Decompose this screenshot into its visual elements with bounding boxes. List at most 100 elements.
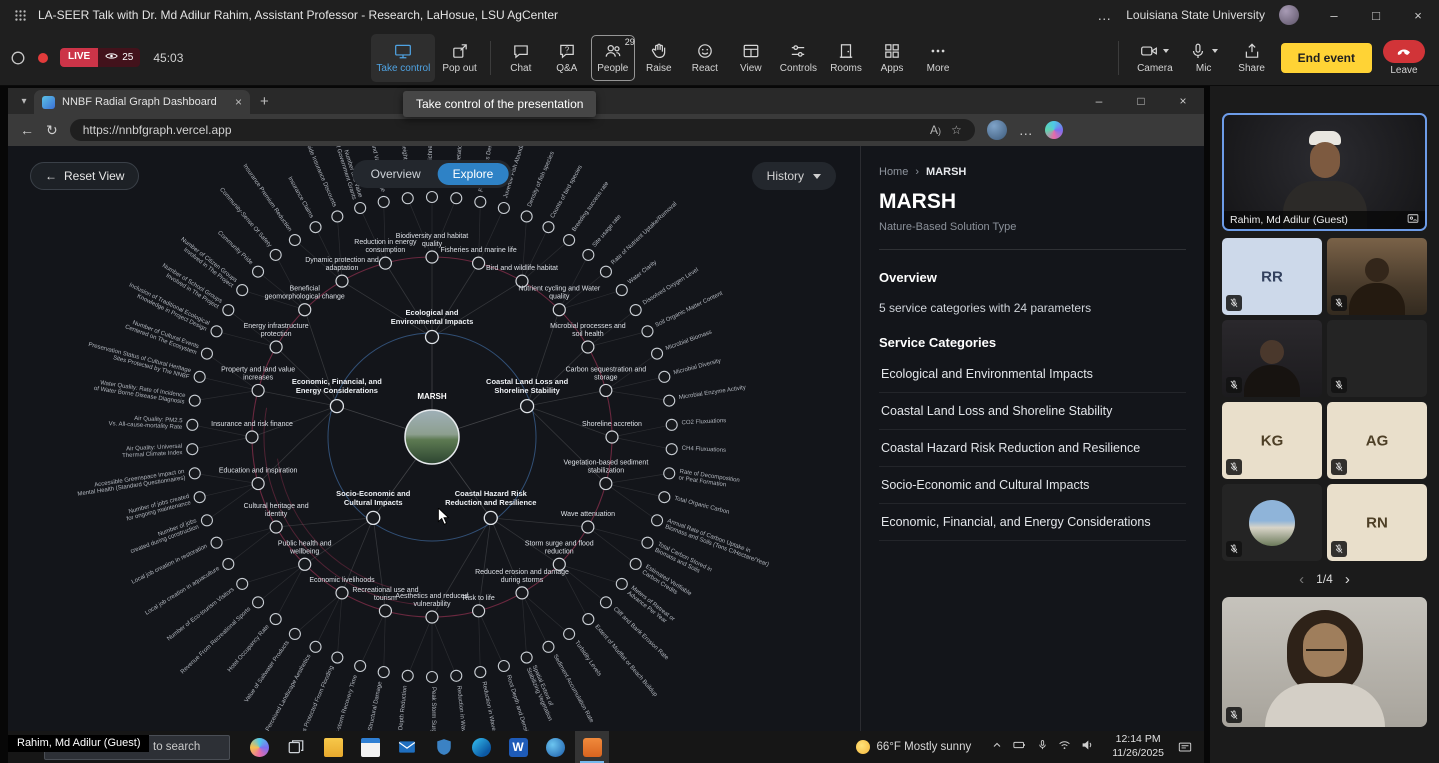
- outlook-taskbar-icon[interactable]: [390, 731, 424, 763]
- metric-node[interactable]: [289, 628, 300, 639]
- metric-node[interactable]: [402, 670, 413, 681]
- apps-button[interactable]: Apps: [870, 34, 914, 82]
- account-avatar[interactable]: [1279, 5, 1299, 25]
- breadcrumb-home[interactable]: Home: [879, 166, 908, 178]
- parameter-node[interactable]: [426, 251, 438, 263]
- category-node[interactable]: [426, 331, 439, 344]
- metric-node[interactable]: [600, 266, 611, 277]
- metric-node[interactable]: [211, 326, 222, 337]
- parameter-node[interactable]: [299, 558, 311, 570]
- metric-node[interactable]: [543, 641, 554, 652]
- metric-node[interactable]: [475, 667, 486, 678]
- participant-tile[interactable]: [1327, 238, 1427, 315]
- address-field[interactable]: https://nnbfgraph.vercel.app A) ☆: [70, 119, 975, 141]
- new-tab-button[interactable]: +: [260, 93, 269, 110]
- category-node[interactable]: [330, 400, 343, 413]
- metric-node[interactable]: [194, 371, 205, 382]
- tray-mic-icon[interactable]: [1037, 738, 1048, 756]
- parameter-node[interactable]: [246, 431, 258, 443]
- view-button[interactable]: View: [729, 34, 773, 82]
- metric-node[interactable]: [498, 203, 509, 214]
- history-button[interactable]: History: [752, 162, 836, 190]
- browser-minimize-button[interactable]: –: [1078, 88, 1120, 114]
- service-category-item[interactable]: Economic, Financial, and Energy Consider…: [879, 504, 1186, 541]
- taskbar-clock[interactable]: 12:14 PM 11/26/2025: [1104, 733, 1172, 760]
- controls-button[interactable]: Controls: [775, 34, 822, 82]
- mic-chevron-icon[interactable]: [1212, 49, 1218, 53]
- metric-node[interactable]: [564, 235, 575, 246]
- back-button[interactable]: ←: [20, 122, 34, 138]
- metric-node[interactable]: [630, 558, 641, 569]
- raise-button[interactable]: Raise: [637, 34, 681, 82]
- react-button[interactable]: React: [683, 34, 727, 82]
- metric-node[interactable]: [616, 578, 627, 589]
- explore-toggle-button[interactable]: Explore: [438, 163, 509, 185]
- browser-more-icon[interactable]: …: [1019, 122, 1033, 138]
- window-minimize-button[interactable]: –: [1313, 0, 1355, 30]
- metric-node[interactable]: [427, 192, 438, 203]
- participant-large-tile[interactable]: [1222, 597, 1427, 727]
- metric-node[interactable]: [201, 348, 212, 359]
- metric-node[interactable]: [451, 193, 462, 204]
- metric-node[interactable]: [237, 578, 248, 589]
- metric-node[interactable]: [378, 667, 389, 678]
- service-category-item[interactable]: Coastal Hazard Risk Reduction and Resili…: [879, 430, 1186, 467]
- metric-node[interactable]: [451, 670, 462, 681]
- browser-maximize-button[interactable]: □: [1120, 88, 1162, 114]
- presentation-taskbar-icon[interactable]: [575, 731, 609, 763]
- metric-node[interactable]: [583, 249, 594, 260]
- browser-tab[interactable]: NNBF Radial Graph Dashboard ×: [34, 90, 250, 114]
- metric-node[interactable]: [201, 515, 212, 526]
- metric-node[interactable]: [521, 211, 532, 222]
- task-view-taskbar-icon[interactable]: [279, 731, 313, 763]
- browser-profile-avatar[interactable]: [987, 120, 1007, 140]
- metric-node[interactable]: [211, 537, 222, 548]
- parameter-node[interactable]: [379, 605, 391, 617]
- metric-node[interactable]: [427, 672, 438, 683]
- parameter-node[interactable]: [516, 587, 528, 599]
- metric-node[interactable]: [498, 660, 509, 671]
- metric-node[interactable]: [310, 222, 321, 233]
- pager-previous-icon[interactable]: ‹: [1299, 571, 1304, 588]
- tab-close-icon[interactable]: ×: [235, 95, 242, 109]
- battery-icon[interactable]: [1013, 738, 1027, 756]
- metric-node[interactable]: [189, 468, 200, 479]
- browser-close-button[interactable]: ×: [1162, 88, 1204, 114]
- account-name[interactable]: Louisiana State University: [1126, 8, 1265, 22]
- window-maximize-button[interactable]: □: [1355, 0, 1397, 30]
- word-taskbar-icon[interactable]: W: [501, 731, 535, 763]
- qa-button[interactable]: ?Q&A: [545, 34, 589, 82]
- window-close-button[interactable]: ×: [1397, 0, 1439, 30]
- center-node-marsh[interactable]: [405, 410, 459, 464]
- parameter-node[interactable]: [336, 587, 348, 599]
- metric-node[interactable]: [187, 444, 198, 455]
- service-category-item[interactable]: Ecological and Environmental Impacts: [879, 356, 1186, 393]
- defender-taskbar-icon[interactable]: [427, 731, 461, 763]
- metric-node[interactable]: [521, 652, 532, 663]
- metric-node[interactable]: [666, 419, 677, 430]
- parameter-node[interactable]: [553, 304, 565, 316]
- metric-node[interactable]: [355, 660, 366, 671]
- metric-node[interactable]: [310, 641, 321, 652]
- reset-view-button[interactable]: ←Reset View: [30, 162, 139, 190]
- parameter-node[interactable]: [299, 304, 311, 316]
- metric-node[interactable]: [253, 266, 264, 277]
- category-node[interactable]: [367, 511, 380, 524]
- metric-node[interactable]: [652, 515, 663, 526]
- network-icon[interactable]: [1058, 738, 1071, 756]
- metric-node[interactable]: [270, 249, 281, 260]
- take-control-button[interactable]: Take control: [371, 34, 435, 82]
- metric-node[interactable]: [289, 235, 300, 246]
- leave-button[interactable]: Leave: [1383, 40, 1425, 76]
- parameter-node[interactable]: [473, 605, 485, 617]
- metric-node[interactable]: [659, 371, 670, 382]
- service-category-item[interactable]: Socio-Economic and Cultural Impacts: [879, 467, 1186, 504]
- camera-chevron-icon[interactable]: [1163, 49, 1169, 53]
- parameter-node[interactable]: [426, 611, 438, 623]
- metric-node[interactable]: [543, 222, 554, 233]
- tab-actions-icon[interactable]: ▾: [14, 96, 34, 107]
- share-button[interactable]: Share: [1230, 34, 1274, 82]
- metric-node[interactable]: [616, 285, 627, 296]
- parameter-node[interactable]: [600, 478, 612, 490]
- metric-node[interactable]: [664, 395, 675, 406]
